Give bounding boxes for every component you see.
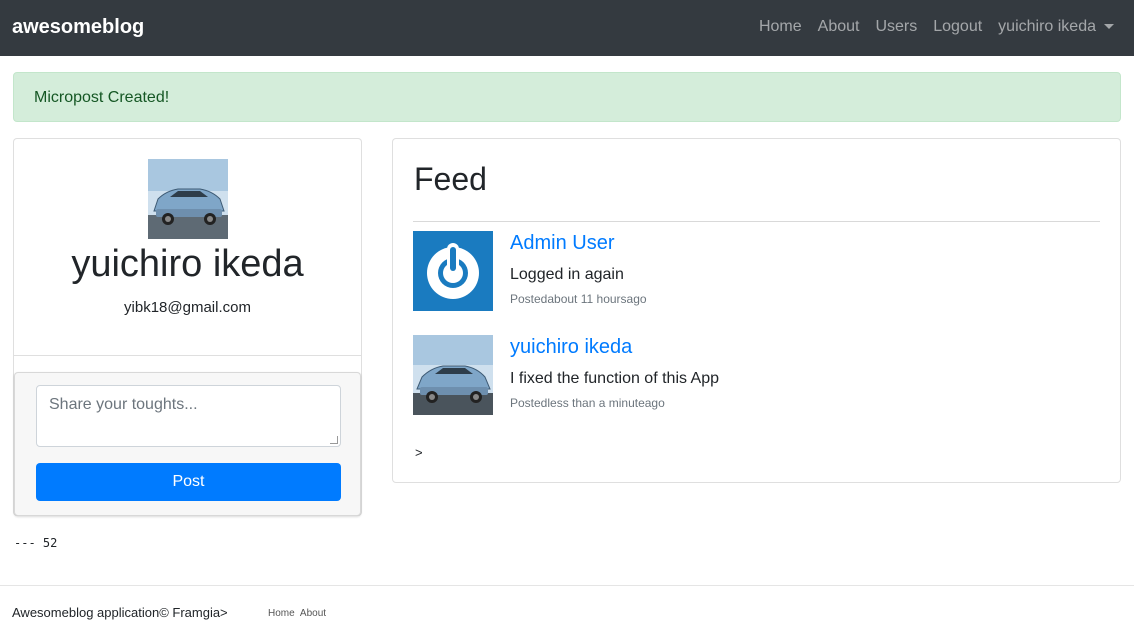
card-divider [14, 355, 361, 356]
user-dropdown-label: yuichiro ikeda [998, 18, 1096, 35]
feed-title: Feed [414, 161, 487, 197]
feed-divider [413, 221, 1100, 222]
profile-email: yibk18@gmail.com [124, 299, 251, 316]
footer-home-link[interactable]: Home [268, 608, 295, 619]
resize-grip-icon[interactable] [330, 436, 338, 444]
feed-card: Feed Admin User Logged in again Postedab… [392, 138, 1121, 483]
post-button[interactable]: Post [36, 463, 341, 501]
nav-home-link[interactable]: Home [759, 18, 802, 36]
feed-timestamp: Postedless than a minuteago [510, 396, 665, 410]
feed-item: yuichiro ikeda I fixed the function of t… [413, 335, 1100, 415]
power-logo-avatar-icon[interactable] [413, 231, 493, 311]
footer-divider [0, 585, 1134, 586]
profile-name: yuichiro ikeda [71, 243, 304, 285]
nav-users-link[interactable]: Users [875, 18, 917, 36]
footer-links: Home About [268, 608, 329, 619]
footer-about-link[interactable]: About [300, 608, 326, 619]
micropost-form: Share your toughts... Post [14, 372, 361, 516]
top-navbar: awesomeblog Home About Users Logout yuic… [0, 0, 1134, 56]
user-dropdown-toggle[interactable]: yuichiro ikeda [998, 18, 1114, 36]
car-photo-avatar-icon [148, 159, 228, 239]
profile-card: yuichiro ikeda yibk18@gmail.com Share yo… [13, 138, 362, 516]
footer-copyright: Awesomeblog application© Framgia> [12, 605, 228, 620]
success-alert: Micropost Created! [13, 72, 1121, 122]
brand-logo-link[interactable]: awesomeblog [12, 16, 144, 39]
feed-content: Logged in again [510, 266, 624, 283]
feed-author-link[interactable]: Admin User [510, 232, 614, 255]
debug-output: --- 52 [14, 536, 58, 550]
micropost-textarea[interactable]: Share your toughts... [36, 385, 341, 447]
feed-item: Admin User Logged in again Postedabout 1… [413, 231, 1100, 311]
feed-author-link[interactable]: yuichiro ikeda [510, 336, 632, 359]
nav-logout-link[interactable]: Logout [933, 18, 982, 36]
micropost-placeholder: Share your toughts... [49, 396, 198, 413]
nav-links: Home About Users Logout yuichiro ikeda [743, 18, 1114, 36]
chevron-down-icon [1104, 24, 1114, 30]
alert-message: Micropost Created! [34, 89, 170, 106]
car-photo-avatar-icon[interactable] [413, 335, 493, 415]
feed-timestamp: Postedabout 11 hoursago [510, 292, 647, 306]
feed-content: I fixed the function of this App [510, 370, 720, 387]
pagination-next-link[interactable]: > [415, 445, 423, 460]
nav-about-link[interactable]: About [818, 18, 860, 36]
